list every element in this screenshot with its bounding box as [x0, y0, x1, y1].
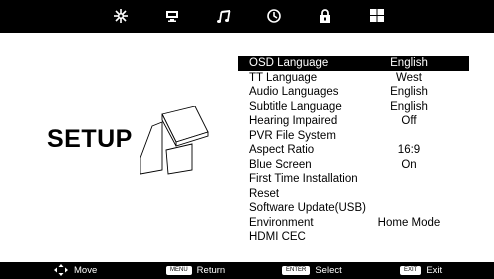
menu-item-value: Off [401, 115, 417, 127]
menu-item-label: Environment [249, 216, 314, 229]
menu-item-label: Software Update(USB) [249, 202, 366, 214]
setup-tiles-icon [140, 106, 209, 175]
page-title: SETUP [47, 125, 133, 153]
menu-item-label: PVR File System [249, 129, 336, 142]
menu-item[interactable]: Environment Home Mode [238, 216, 469, 231]
menu-item-label: OSD Language [249, 57, 329, 69]
picture-icon [114, 9, 128, 23]
select-label: Select [315, 265, 342, 276]
tab-setup[interactable] [357, 0, 397, 33]
setup-menu-list: OSD Language English TT Language West Audio … [238, 56, 469, 245]
exit-key: EXIT [400, 265, 422, 275]
lock-icon [320, 9, 330, 23]
menu-item[interactable]: HDMI CEC [238, 230, 469, 245]
move-label: Move [74, 265, 98, 276]
tab-lock[interactable] [305, 0, 345, 33]
tab-sound[interactable] [204, 0, 244, 33]
menu-item[interactable]: Hearing Impaired Off [238, 114, 469, 129]
music-note-icon [217, 10, 231, 23]
tab-picture[interactable] [101, 0, 141, 33]
menu-item-value: On [401, 158, 417, 171]
menu-item-label: HDMI CEC [249, 231, 306, 243]
exit-hint: EXIT Exit [400, 262, 442, 279]
menu-item-label: Blue Screen [249, 158, 312, 171]
menu-item-value: 16:9 [397, 144, 421, 156]
menu-item-label: Subtitle Language [249, 100, 342, 113]
menu-item[interactable]: PVR File System [238, 129, 469, 144]
clock-icon [267, 9, 281, 23]
menu-item-label: Audio Languages [249, 86, 339, 98]
menu-item[interactable]: Subtitle Language English [238, 100, 469, 115]
tab-screen[interactable] [152, 0, 192, 33]
menu-item-value: English [390, 86, 428, 98]
move-hint: Move [54, 262, 97, 279]
tab-time[interactable] [254, 0, 294, 33]
menu-item-label: Hearing Impaired [249, 115, 338, 127]
return-label: Return [196, 265, 226, 276]
menu-item[interactable]: Audio Languages English [238, 85, 469, 100]
footer-hints: Move MENU Return ENTER Select EXIT Exit [0, 262, 494, 279]
menu-key: MENU [166, 265, 192, 275]
menu-item[interactable]: TT Language West [238, 71, 469, 86]
return-hint: MENU Return [166, 262, 225, 279]
menu-tab-bar [0, 0, 494, 33]
menu-item-value: West [396, 71, 422, 84]
menu-item[interactable]: Blue Screen On [238, 158, 469, 173]
menu-item-label: Aspect Ratio [249, 144, 315, 156]
menu-item-value: Home Mode [377, 216, 441, 229]
menu-item[interactable]: First Time Installation [238, 172, 469, 187]
setup-grid-icon [370, 9, 384, 22]
monitor-icon [166, 11, 178, 22]
exit-label: Exit [426, 265, 443, 276]
menu-item[interactable]: Reset [238, 187, 469, 202]
select-hint: ENTER Select [282, 262, 342, 279]
menu-item-value: English [390, 100, 428, 113]
arrows-icon [54, 264, 68, 277]
menu-item[interactable]: Software Update(USB) [238, 201, 469, 216]
menu-item-label: First Time Installation [249, 173, 358, 185]
menu-item-value: English [390, 57, 428, 69]
menu-item[interactable]: OSD Language English [238, 56, 469, 71]
menu-item-label: Reset [249, 187, 280, 200]
menu-item-label: TT Language [249, 71, 318, 84]
enter-key: ENTER [282, 265, 311, 275]
menu-item[interactable]: Aspect Ratio 16:9 [238, 143, 469, 158]
